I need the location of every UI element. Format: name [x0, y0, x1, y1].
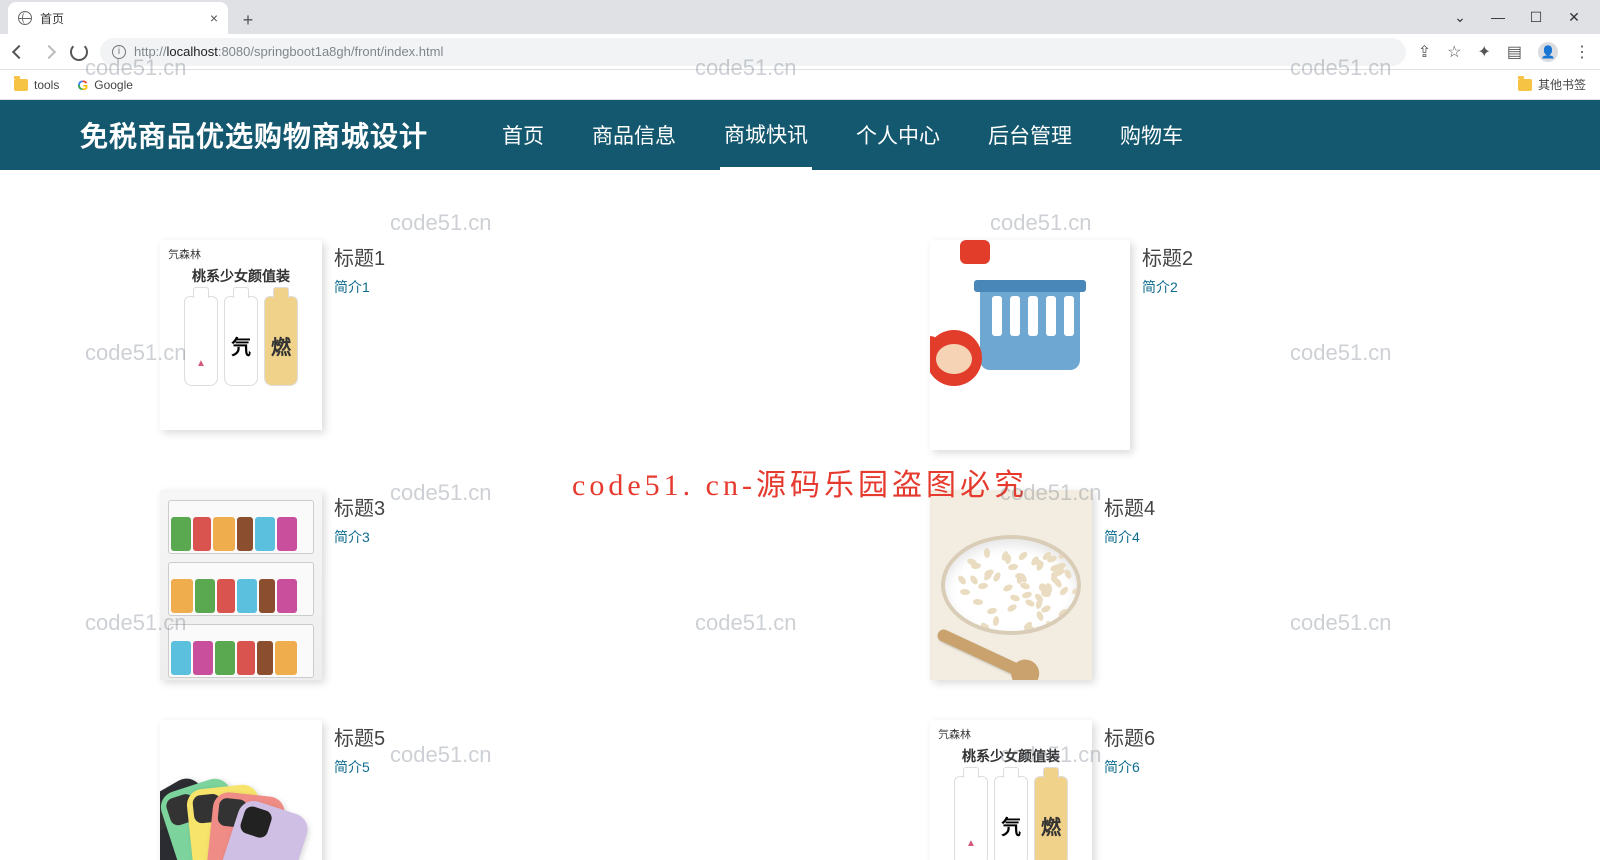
card-text: 标题2 简介2: [1142, 240, 1193, 297]
card-desc: 简介3: [334, 527, 385, 547]
news-card[interactable]: 标题4 简介4: [930, 490, 1440, 680]
news-card[interactable]: 氕森林 桃系少女颜值装 标题6 简介6: [930, 720, 1440, 860]
close-tab-icon[interactable]: ×: [210, 10, 218, 26]
nav-news[interactable]: 商城快讯: [720, 100, 812, 170]
nav-cart[interactable]: 购物车: [1116, 100, 1187, 170]
close-window-button[interactable]: ✕: [1566, 9, 1582, 26]
card-title: 标题2: [1142, 242, 1193, 271]
card-title: 标题4: [1104, 492, 1155, 521]
google-icon: G: [77, 77, 88, 93]
nav-products[interactable]: 商品信息: [588, 100, 680, 170]
reload-button[interactable]: [70, 43, 88, 61]
other-bookmarks[interactable]: 其他书签: [1518, 76, 1586, 93]
browser-chrome: 首页 × + ⌄ — ☐ ✕ i http://localhost:8080/s…: [0, 0, 1600, 100]
site-info-icon[interactable]: i: [112, 45, 126, 59]
card-text: 标题6 简介6: [1104, 720, 1155, 777]
card-desc: 简介2: [1142, 277, 1193, 297]
globe-icon: [18, 11, 32, 25]
news-card[interactable]: 标题3 简介3: [160, 490, 670, 680]
bottles-illustration: 氕森林 桃系少女颜值装: [930, 720, 1092, 860]
bookmark-star-icon[interactable]: ☆: [1447, 42, 1461, 62]
tab-title: 首页: [40, 10, 202, 27]
card-desc: 简介5: [334, 757, 385, 777]
card-thumb: 氕森林 桃系少女颜值装: [930, 720, 1092, 860]
bookmark-tools[interactable]: tools: [14, 78, 59, 92]
site-title: 免税商品优选购物商城设计: [80, 115, 428, 155]
card-title: 标题5: [334, 722, 385, 751]
card-thumb: [160, 490, 322, 680]
nav-admin[interactable]: 后台管理: [984, 100, 1076, 170]
page-viewport: 免税商品优选购物商城设计 首页 商品信息 商城快讯 个人中心 后台管理 购物车 …: [0, 100, 1600, 860]
card-title: 标题3: [334, 492, 385, 521]
card-text: 标题1 简介1: [334, 240, 385, 297]
news-card[interactable]: 标题5 简介5: [160, 720, 670, 860]
bookmark-label: tools: [34, 78, 59, 92]
oats-illustration: [930, 490, 1092, 680]
forward-button[interactable]: [40, 43, 58, 61]
card-text: 标题5 简介5: [334, 720, 385, 777]
side-panel-icon[interactable]: ▤: [1507, 42, 1522, 62]
bookmarks-bar: tools G Google 其他书签: [0, 70, 1600, 100]
card-thumb: [930, 490, 1092, 680]
window-controls: ⌄ — ☐ ✕: [1434, 0, 1600, 34]
news-grid: 氕森林 桃系少女颜值装 标题1 简介1: [0, 170, 1600, 860]
nav-home[interactable]: 首页: [498, 100, 548, 170]
card-text: 标题3 简介3: [334, 490, 385, 547]
profile-avatar-icon[interactable]: 👤: [1538, 42, 1558, 62]
news-card[interactable]: 氕森林 桃系少女颜值装 标题1 简介1: [160, 240, 670, 450]
site-header: 免税商品优选购物商城设计 首页 商品信息 商城快讯 个人中心 后台管理 购物车: [0, 100, 1600, 170]
bookmark-label: 其他书签: [1538, 76, 1586, 93]
bottles-illustration: 氕森林 桃系少女颜值装: [160, 240, 322, 430]
card-thumb: 氕森林 桃系少女颜值装: [160, 240, 322, 430]
card-thumb: [930, 240, 1130, 450]
maximize-button[interactable]: ☐: [1528, 9, 1544, 26]
card-thumb: [160, 720, 322, 860]
card-desc: 简介1: [334, 277, 385, 297]
card-desc: 简介6: [1104, 757, 1155, 777]
chevron-down-icon[interactable]: ⌄: [1452, 9, 1468, 26]
bookmark-label: Google: [94, 78, 133, 92]
back-button[interactable]: [10, 43, 28, 61]
browser-toolbar: i http://localhost:8080/springboot1a8gh/…: [0, 34, 1600, 70]
bookmark-google[interactable]: G Google: [77, 77, 133, 93]
browser-tab[interactable]: 首页 ×: [8, 2, 228, 34]
bowl-icon: [941, 535, 1081, 635]
folder-icon: [14, 79, 28, 91]
minimize-button[interactable]: —: [1490, 9, 1506, 25]
address-bar[interactable]: i http://localhost:8080/springboot1a8gh/…: [100, 38, 1406, 66]
main-nav: 首页 商品信息 商城快讯 个人中心 后台管理 购物车: [498, 100, 1187, 170]
news-card[interactable]: 标题2 简介2: [930, 240, 1440, 450]
tab-strip: 首页 × +: [0, 0, 1600, 34]
card-title: 标题1: [334, 242, 385, 271]
extensions-icon[interactable]: ✦: [1477, 42, 1490, 62]
fridge-illustration: [160, 490, 322, 680]
kebab-menu-icon[interactable]: ⋮: [1574, 42, 1590, 62]
card-text: 标题4 简介4: [1104, 490, 1155, 547]
folder-icon: [1518, 79, 1532, 91]
card-desc: 简介4: [1104, 527, 1155, 547]
cart-illustration: [930, 240, 1130, 450]
phones-illustration: [160, 720, 322, 860]
toolbar-right: ⇪ ☆ ✦ ▤ 👤 ⋮: [1418, 42, 1590, 62]
nav-profile[interactable]: 个人中心: [852, 100, 944, 170]
share-icon[interactable]: ⇪: [1418, 42, 1431, 62]
url-text: http://localhost:8080/springboot1a8gh/fr…: [134, 44, 443, 59]
card-title: 标题6: [1104, 722, 1155, 751]
new-tab-button[interactable]: +: [234, 6, 262, 34]
